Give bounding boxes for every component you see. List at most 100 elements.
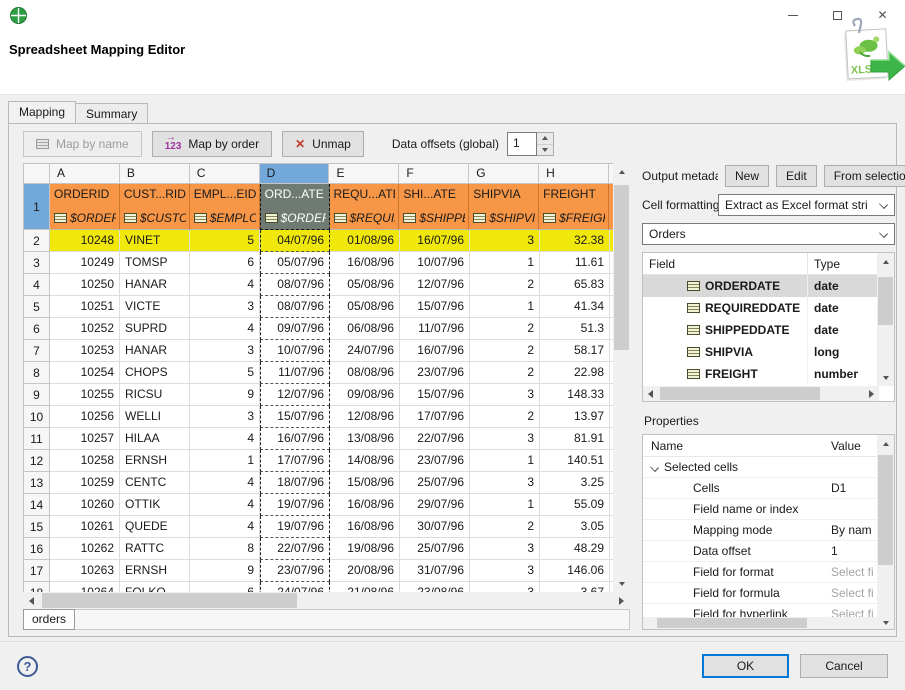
- row-header-18[interactable]: 18: [24, 582, 50, 592]
- cell-F14[interactable]: 29/07/96: [400, 494, 470, 516]
- field-column-header[interactable]: Field: [643, 253, 808, 274]
- column-header-A[interactable]: A: [50, 164, 120, 184]
- column-header-B[interactable]: B: [120, 164, 190, 184]
- cell-B6[interactable]: SUPRD: [120, 318, 190, 340]
- scroll-down-button[interactable]: [613, 575, 630, 592]
- cell-A3[interactable]: 10249: [50, 252, 120, 274]
- cell-G14[interactable]: 1: [470, 494, 540, 516]
- cell-A2[interactable]: 10248: [50, 230, 120, 252]
- cell-B11[interactable]: HILAA: [120, 428, 190, 450]
- cell-H11[interactable]: 81.91: [540, 428, 610, 450]
- property-row-data-offset[interactable]: Data offset1: [643, 541, 894, 562]
- cell-C6[interactable]: 4: [190, 318, 260, 340]
- row-header-7[interactable]: 7: [24, 340, 50, 362]
- field-table-vscrollbar[interactable]: [877, 253, 894, 386]
- cell-C14[interactable]: 4: [190, 494, 260, 516]
- cell-D8[interactable]: 11/07/96: [260, 362, 330, 384]
- cell-F2[interactable]: 16/07/96: [400, 230, 470, 252]
- row-header-11[interactable]: 11: [24, 428, 50, 450]
- cell-B9[interactable]: RICSU: [120, 384, 190, 406]
- cell-C18[interactable]: 6: [190, 582, 260, 592]
- row-header-4[interactable]: 4: [24, 274, 50, 296]
- scroll-right-button[interactable]: [613, 592, 630, 609]
- field-row-shipvia[interactable]: SHIPVIAlong: [643, 341, 894, 363]
- cell-H17[interactable]: 146.06: [540, 560, 610, 582]
- row-header-15[interactable]: 15: [24, 516, 50, 538]
- cell-B13[interactable]: CENTC: [120, 472, 190, 494]
- cell-G2[interactable]: 3: [470, 230, 540, 252]
- horizontal-scroll-thumb[interactable]: [657, 618, 807, 628]
- cell-H7[interactable]: 58.17: [540, 340, 610, 362]
- cell-F12[interactable]: 23/07/96: [400, 450, 470, 472]
- cell-F13[interactable]: 25/07/96: [400, 472, 470, 494]
- property-row-mapping-mode[interactable]: Mapping modeBy nam: [643, 520, 894, 541]
- cell-B4[interactable]: HANAR: [120, 274, 190, 296]
- ok-button[interactable]: OK: [702, 654, 789, 678]
- cell-C16[interactable]: 8: [190, 538, 260, 560]
- row-header-12[interactable]: 12: [24, 450, 50, 472]
- column-header-H[interactable]: H: [539, 164, 609, 184]
- cell-D12[interactable]: 17/07/96: [260, 450, 330, 472]
- cell-E6[interactable]: 06/08/96: [330, 318, 400, 340]
- cell-A14[interactable]: 10260: [50, 494, 120, 516]
- help-button[interactable]: ?: [17, 656, 38, 677]
- cell-H5[interactable]: 41.34: [540, 296, 610, 318]
- edit-button[interactable]: Edit: [776, 165, 817, 187]
- record-dropdown[interactable]: Orders: [642, 223, 895, 245]
- cell-F11[interactable]: 22/07/96: [400, 428, 470, 450]
- cell-A15[interactable]: 10261: [50, 516, 120, 538]
- cell-H18[interactable]: 3.67: [540, 582, 610, 592]
- cell-E9[interactable]: 09/08/96: [330, 384, 400, 406]
- cell-A4[interactable]: 10250: [50, 274, 120, 296]
- cell-formatting-dropdown[interactable]: Extract as Excel format stri: [718, 194, 895, 216]
- header-cell-D1[interactable]: ORD...ATE$ORDERD: [260, 184, 330, 230]
- cell-D9[interactable]: 12/07/96: [260, 384, 330, 406]
- cell-A9[interactable]: 10255: [50, 384, 120, 406]
- cell-G10[interactable]: 2: [470, 406, 540, 428]
- cell-C9[interactable]: 9: [190, 384, 260, 406]
- cell-F5[interactable]: 15/07/96: [400, 296, 470, 318]
- sheet-tab-orders[interactable]: orders: [23, 609, 75, 630]
- properties-hscrollbar[interactable]: [643, 617, 879, 629]
- row-header-3[interactable]: 3: [24, 252, 50, 274]
- cell-C13[interactable]: 4: [190, 472, 260, 494]
- cell-E15[interactable]: 16/08/96: [330, 516, 400, 538]
- scroll-down-button[interactable]: [877, 369, 894, 386]
- cell-G17[interactable]: 3: [470, 560, 540, 582]
- row-header-17[interactable]: 17: [24, 560, 50, 582]
- cell-D7[interactable]: 10/07/96: [260, 340, 330, 362]
- horizontal-scroll-thumb[interactable]: [660, 387, 820, 400]
- cell-H13[interactable]: 3.25: [540, 472, 610, 494]
- cell-F15[interactable]: 30/07/96: [400, 516, 470, 538]
- cell-B17[interactable]: ERNSH: [120, 560, 190, 582]
- cell-F3[interactable]: 10/07/96: [400, 252, 470, 274]
- scroll-up-button[interactable]: [877, 435, 894, 452]
- cell-H16[interactable]: 48.29: [540, 538, 610, 560]
- cell-D18[interactable]: 24/07/96: [260, 582, 330, 592]
- cell-H10[interactable]: 13.97: [540, 406, 610, 428]
- cell-G16[interactable]: 3: [470, 538, 540, 560]
- row-header-13[interactable]: 13: [24, 472, 50, 494]
- field-row-shippeddate[interactable]: SHIPPEDDATEdate: [643, 319, 894, 341]
- cell-F9[interactable]: 15/07/96: [400, 384, 470, 406]
- scroll-left-button[interactable]: [643, 386, 658, 401]
- field-table-hscrollbar[interactable]: [643, 386, 879, 401]
- cell-C17[interactable]: 9: [190, 560, 260, 582]
- vertical-scroll-thumb[interactable]: [878, 455, 893, 565]
- cell-E8[interactable]: 08/08/96: [330, 362, 400, 384]
- scroll-up-button[interactable]: [613, 163, 630, 180]
- cell-B5[interactable]: VICTE: [120, 296, 190, 318]
- cell-A18[interactable]: 10264: [50, 582, 120, 592]
- spinner-down-button[interactable]: [537, 144, 553, 156]
- scroll-down-button[interactable]: [877, 614, 894, 630]
- cell-D17[interactable]: 23/07/96: [260, 560, 330, 582]
- cell-F17[interactable]: 31/07/96: [400, 560, 470, 582]
- cell-E5[interactable]: 05/08/96: [330, 296, 400, 318]
- cell-E4[interactable]: 05/08/96: [330, 274, 400, 296]
- expand-chevron-icon[interactable]: [650, 463, 659, 472]
- cell-G12[interactable]: 1: [470, 450, 540, 472]
- from-selection-button[interactable]: From selection: [824, 165, 905, 187]
- header-cell-G1[interactable]: SHIPVIA$SHIPVIA: [469, 184, 539, 230]
- cell-G13[interactable]: 3: [470, 472, 540, 494]
- cell-E17[interactable]: 20/08/96: [330, 560, 400, 582]
